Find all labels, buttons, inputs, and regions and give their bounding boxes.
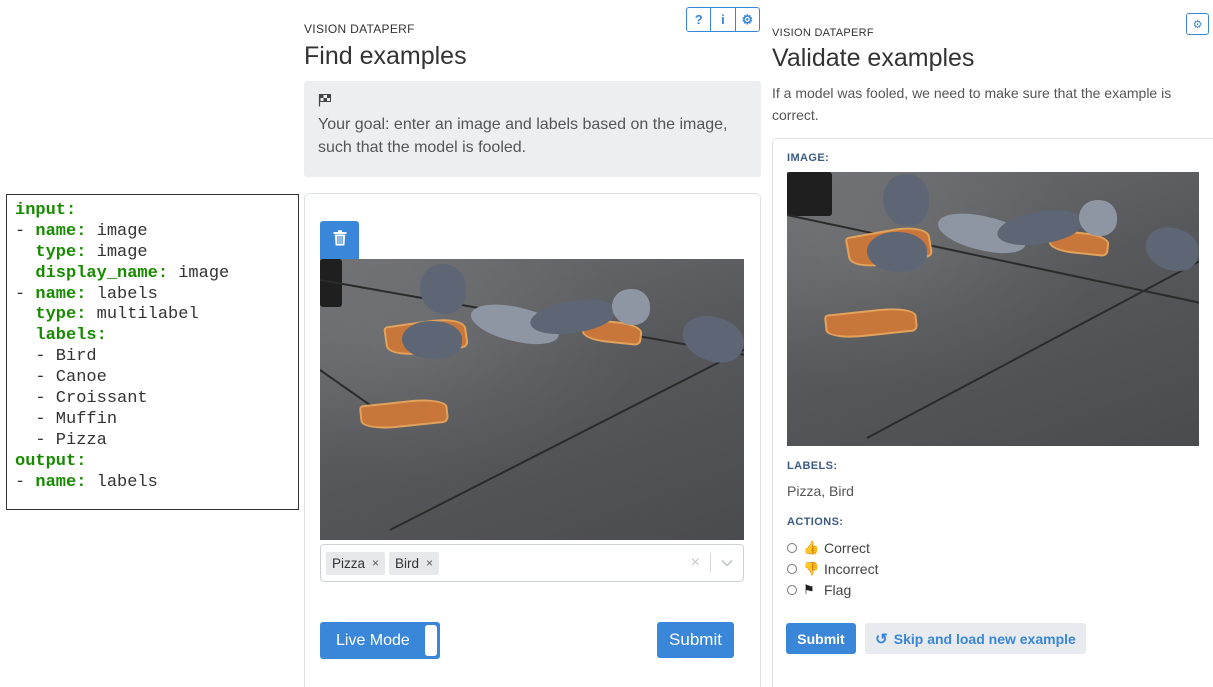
help-button[interactable]: ? bbox=[687, 8, 712, 31]
skip-button[interactable]: ↺ Skip and load new example bbox=[865, 623, 1086, 654]
toggle-knob bbox=[425, 625, 437, 656]
live-mode-toggle[interactable]: Live Mode bbox=[320, 622, 440, 659]
yaml-key: name: bbox=[35, 472, 87, 492]
find-title: Find examples bbox=[304, 42, 467, 70]
yaml-value: labels bbox=[86, 472, 158, 492]
yaml-line: type: image bbox=[15, 243, 298, 264]
find-eyebrow: VISION DATAPERF bbox=[304, 22, 415, 36]
thumbs-up-icon: 👍 bbox=[803, 540, 820, 555]
validate-eyebrow: VISION DATAPERF bbox=[772, 27, 874, 39]
flag-radio[interactable] bbox=[787, 585, 797, 595]
goal-text: Your goal: enter an image and labels bas… bbox=[318, 116, 728, 156]
yaml-key: input: bbox=[15, 201, 77, 220]
action-incorrect[interactable]: 👎 Incorrect bbox=[787, 561, 878, 577]
yaml-line: - Croissant bbox=[15, 389, 148, 409]
checkered-flag-icon bbox=[318, 93, 747, 113]
image-section-label: IMAGE: bbox=[787, 152, 830, 164]
correct-radio[interactable] bbox=[787, 543, 797, 553]
yaml-value: image bbox=[168, 263, 230, 283]
yaml-value: labels bbox=[86, 284, 158, 304]
validate-submit-button[interactable]: Submit bbox=[786, 623, 856, 654]
uploaded-image bbox=[320, 259, 744, 540]
validate-description: If a model was fooled, we need to make s… bbox=[772, 85, 1172, 123]
yaml-line: display_name: image bbox=[15, 264, 298, 285]
yaml-line: labels: bbox=[15, 326, 298, 347]
yaml-line: - name: labels bbox=[15, 284, 158, 304]
yaml-line: input: bbox=[15, 201, 298, 222]
yaml-key: name: bbox=[35, 221, 87, 241]
config-yaml-panel: input: - name: image type: image display_… bbox=[6, 194, 299, 510]
incorrect-radio[interactable] bbox=[787, 564, 797, 574]
validate-title: Validate examples bbox=[772, 44, 975, 72]
label-tag-bird: Bird × bbox=[389, 551, 440, 575]
yaml-value: multilabel bbox=[86, 305, 199, 325]
yaml-line: - Muffin bbox=[15, 409, 118, 429]
yaml-key: output: bbox=[15, 451, 87, 471]
clear-icon[interactable]: × bbox=[691, 554, 700, 572]
goal-box: Your goal: enter an image and labels bas… bbox=[304, 81, 761, 177]
yaml-line: output: bbox=[15, 452, 298, 473]
actions-section-label: ACTIONS: bbox=[787, 516, 844, 528]
flag-icon: ⚑ bbox=[803, 582, 815, 597]
validate-settings-button[interactable]: ⚙ bbox=[1186, 13, 1209, 35]
find-submit-button[interactable]: Submit bbox=[657, 622, 734, 658]
yaml-line: - Canoe bbox=[15, 368, 107, 388]
validation-image bbox=[787, 172, 1199, 446]
yaml-line: - name: labels bbox=[15, 472, 158, 492]
yaml-key: type: bbox=[35, 305, 87, 325]
gear-icon: ⚙ bbox=[1192, 18, 1203, 31]
find-toolbar: ? i ⚙ bbox=[686, 7, 760, 32]
yaml-line: - Bird bbox=[15, 347, 97, 367]
select-controls: × bbox=[691, 553, 743, 573]
trash-icon bbox=[333, 229, 347, 251]
remove-tag-bird-button[interactable]: × bbox=[426, 556, 433, 570]
delete-image-button[interactable] bbox=[320, 221, 359, 259]
info-button[interactable]: i bbox=[711, 8, 736, 31]
action-correct[interactable]: 👍 Correct bbox=[787, 540, 870, 556]
settings-button[interactable]: ⚙ bbox=[736, 8, 759, 31]
yaml-key: name: bbox=[35, 284, 87, 304]
remove-tag-pizza-button[interactable]: × bbox=[372, 556, 379, 570]
yaml-line: - name: image bbox=[15, 221, 148, 241]
labels-section-label: LABELS: bbox=[787, 460, 838, 472]
yaml-value: image bbox=[86, 221, 148, 241]
yaml-value: image bbox=[86, 242, 148, 262]
chevron-down-icon[interactable] bbox=[721, 554, 733, 572]
labels-value: Pizza, Bird bbox=[787, 483, 854, 499]
label-tag-pizza: Pizza × bbox=[326, 551, 386, 575]
yaml-key: type: bbox=[35, 242, 87, 262]
label-multiselect[interactable]: Pizza × Bird × × bbox=[320, 544, 744, 582]
action-flag[interactable]: ⚑ Flag bbox=[787, 582, 851, 598]
undo-icon: ↺ bbox=[875, 630, 888, 648]
yaml-key: labels: bbox=[35, 326, 107, 346]
thumbs-down-icon: 👎 bbox=[803, 561, 820, 576]
yaml-line: type: multilabel bbox=[15, 305, 298, 326]
yaml-line: - Pizza bbox=[15, 430, 107, 450]
yaml-key: display_name: bbox=[35, 263, 169, 283]
